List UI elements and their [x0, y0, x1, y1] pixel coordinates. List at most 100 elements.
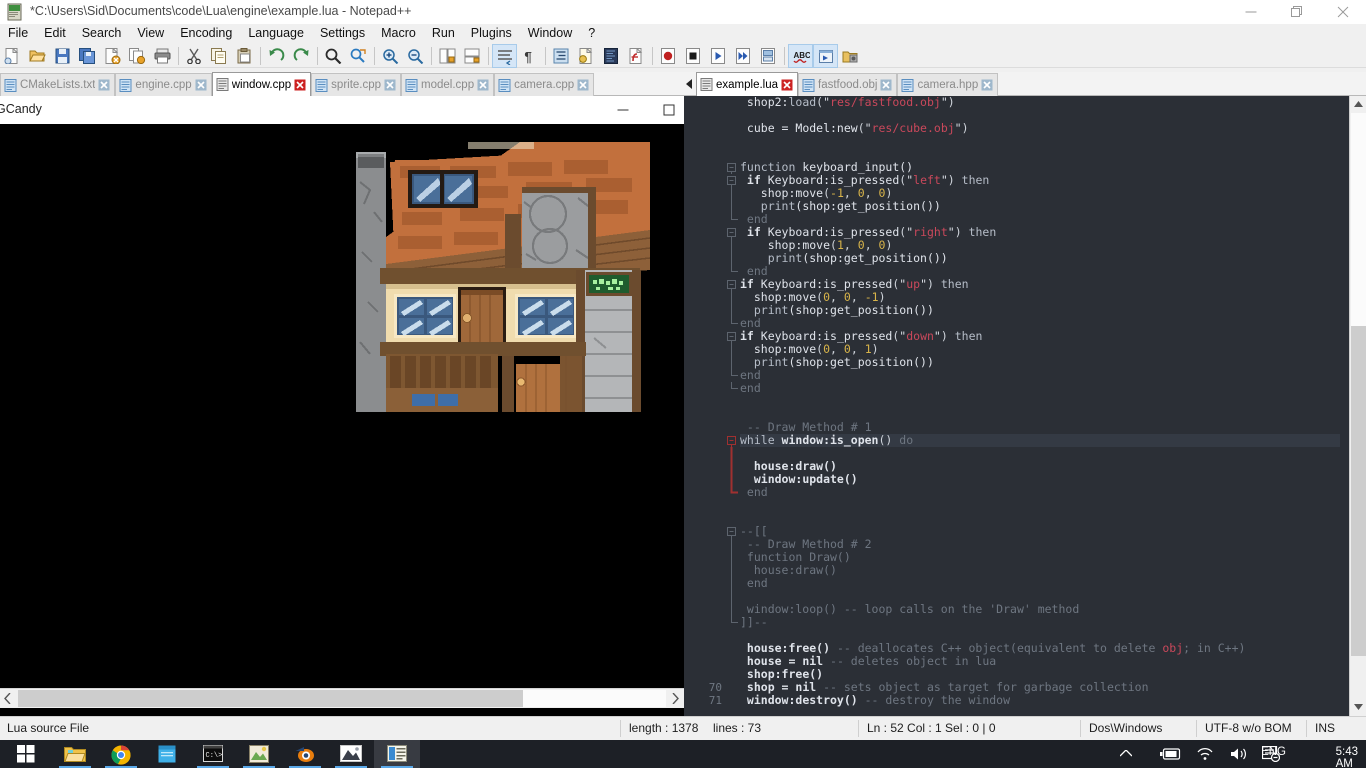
fold-marker-bar[interactable]: [726, 291, 740, 304]
menu-plugins[interactable]: Plugins: [463, 24, 520, 44]
toolbar-zoom-out-button[interactable]: [403, 44, 428, 68]
code-line[interactable]: window:update(): [740, 473, 1340, 486]
taskbar-gimp[interactable]: [236, 740, 282, 768]
tab-close-icon[interactable]: [195, 79, 207, 91]
taskbar-clock[interactable]: 5:43 AM: [1336, 746, 1358, 770]
tab-close-icon[interactable]: [577, 79, 589, 91]
toolbar-save-all-button[interactable]: [75, 44, 100, 68]
fold-marker-end[interactable]: [726, 369, 740, 382]
window-minimize-button[interactable]: [1228, 0, 1274, 24]
tab-close-icon[interactable]: [294, 79, 306, 91]
code-line[interactable]: cube = Model:new("res/cube.obj"): [740, 122, 1340, 135]
window-maximize-button[interactable]: [1274, 0, 1320, 24]
toolbar-start-record-macro-button[interactable]: [656, 44, 681, 68]
fold-marker-bar[interactable]: [726, 239, 740, 252]
menu-help[interactable]: ?: [580, 24, 603, 44]
editor-scrollbar-thumb[interactable]: [1351, 326, 1366, 656]
fold-marker-bar[interactable]: [726, 577, 740, 590]
editor-vertical-scrollbar[interactable]: [1349, 96, 1366, 716]
code-line[interactable]: print(shop:get_position()): [740, 252, 1340, 265]
fold-marker-open[interactable]: [726, 330, 740, 343]
hscrollbar-thumb[interactable]: [18, 690, 523, 707]
toolbar-open-folder-explorer-button[interactable]: [838, 44, 863, 68]
toolbar-sync-horizontal-scroll-button[interactable]: [460, 44, 485, 68]
fold-marker-bar[interactable]: [726, 343, 740, 356]
code-text-area[interactable]: shop2:load("res/fastfood.obj") cube = Mo…: [740, 96, 1340, 716]
menu-window[interactable]: Window: [520, 24, 580, 44]
toolbar-open-file-button[interactable]: [25, 44, 50, 68]
taskbar-command-prompt[interactable]: C:\>: [190, 740, 236, 768]
editor-scrollbar-track[interactable]: [1351, 113, 1366, 326]
toolbar-replace-button[interactable]: [346, 44, 371, 68]
windows-start-icon[interactable]: [6, 740, 46, 768]
tab-close-icon[interactable]: [981, 79, 993, 91]
document-tab-sprite-cpp[interactable]: sprite.cpp: [311, 73, 402, 96]
code-line[interactable]: print(shop:get_position()): [740, 304, 1340, 317]
taskbar-file-explorer[interactable]: [52, 740, 98, 768]
toolbar-word-wrap-button[interactable]: [492, 44, 517, 68]
fold-marker-end[interactable]: [726, 382, 740, 395]
fold-marker-end[interactable]: [726, 486, 740, 499]
fold-marker-bar[interactable]: [726, 564, 740, 577]
editor-scroll-up-arrow[interactable]: [1350, 96, 1366, 113]
toolbar-user-defined-dialog-button[interactable]: [574, 44, 599, 68]
document-tab-fastfood-obj[interactable]: fastfood.obj: [798, 73, 898, 96]
fold-marker-end[interactable]: [726, 213, 740, 226]
menu-settings[interactable]: Settings: [312, 24, 373, 44]
toolbar-zoom-in-button[interactable]: [378, 44, 403, 68]
taskbar-google-chrome[interactable]: [98, 740, 144, 768]
taskbar-photos[interactable]: [328, 740, 374, 768]
code-line[interactable]: while window:is_open() do: [740, 434, 1340, 447]
menu-encoding[interactable]: Encoding: [172, 24, 240, 44]
game-minimize-button[interactable]: [600, 96, 646, 124]
code-line[interactable]: [740, 512, 1340, 525]
code-line[interactable]: house = nil -- deletes object in lua: [740, 655, 1340, 668]
code-line[interactable]: [740, 135, 1340, 148]
toolbar-save-file-button[interactable]: [50, 44, 75, 68]
code-line[interactable]: window:destroy() -- destroy the window: [740, 694, 1340, 707]
toolbar-indent-guide-button[interactable]: [549, 44, 574, 68]
hscrollbar-track[interactable]: [523, 690, 666, 707]
fold-marker-open[interactable]: [726, 161, 740, 174]
taskbar-sticky-notes[interactable]: [144, 740, 190, 768]
document-tab-example-lua[interactable]: example.lua: [696, 72, 799, 96]
fold-marker-bar[interactable]: [726, 538, 740, 551]
document-tab-camera-hpp[interactable]: camera.hpp: [897, 73, 999, 96]
editor-scroll-down-arrow[interactable]: [1350, 699, 1366, 716]
code-line[interactable]: end: [740, 382, 1340, 395]
toolbar-copy-button[interactable]: [207, 44, 232, 68]
tab-close-icon[interactable]: [880, 79, 892, 91]
toolbar-run-button[interactable]: [813, 44, 838, 68]
game-render-canvas[interactable]: [0, 124, 738, 684]
hscroll-left-arrow[interactable]: [0, 689, 17, 708]
taskbar-blender[interactable]: [282, 740, 328, 768]
fold-marker-bar[interactable]: [726, 603, 740, 616]
code-line[interactable]: ]]--: [740, 616, 1340, 629]
toolbar-play-macro-button[interactable]: [706, 44, 731, 68]
toolbar-new-file-button[interactable]: [0, 44, 25, 68]
menu-view[interactable]: View: [129, 24, 172, 44]
menu-language[interactable]: Language: [240, 24, 312, 44]
menu-search[interactable]: Search: [74, 24, 130, 44]
toolbar-redo-button[interactable]: [289, 44, 314, 68]
fold-marker-bar[interactable]: [726, 460, 740, 473]
fold-marker-bar[interactable]: [726, 304, 740, 317]
toolbar-run-macro-multiple-button[interactable]: [731, 44, 756, 68]
menu-file[interactable]: File: [0, 24, 36, 44]
code-line[interactable]: end: [740, 577, 1340, 590]
document-tab-camera-cpp[interactable]: camera.cpp: [494, 73, 595, 96]
fold-marker-open[interactable]: [726, 434, 740, 447]
toolbar-close-all-button[interactable]: [125, 44, 150, 68]
window-close-button[interactable]: [1320, 0, 1366, 24]
game-pane-horizontal-scrollbar[interactable]: [0, 688, 684, 708]
code-line[interactable]: print(shop:get_position()): [740, 200, 1340, 213]
tab-scroll-left-button[interactable]: [684, 72, 696, 96]
toolbar-show-all-characters-button[interactable]: ¶: [517, 44, 542, 68]
document-tab-cmakelists-txt[interactable]: CMakeLists.txt: [0, 73, 116, 96]
toolbar-function-list-button[interactable]: [624, 44, 649, 68]
fold-marker-bar[interactable]: [726, 252, 740, 265]
code-line[interactable]: end: [740, 369, 1340, 382]
code-line[interactable]: shop2:load("res/fastfood.obj"): [740, 96, 1340, 109]
fold-marker-open[interactable]: [726, 174, 740, 187]
fold-marker-open[interactable]: [726, 226, 740, 239]
